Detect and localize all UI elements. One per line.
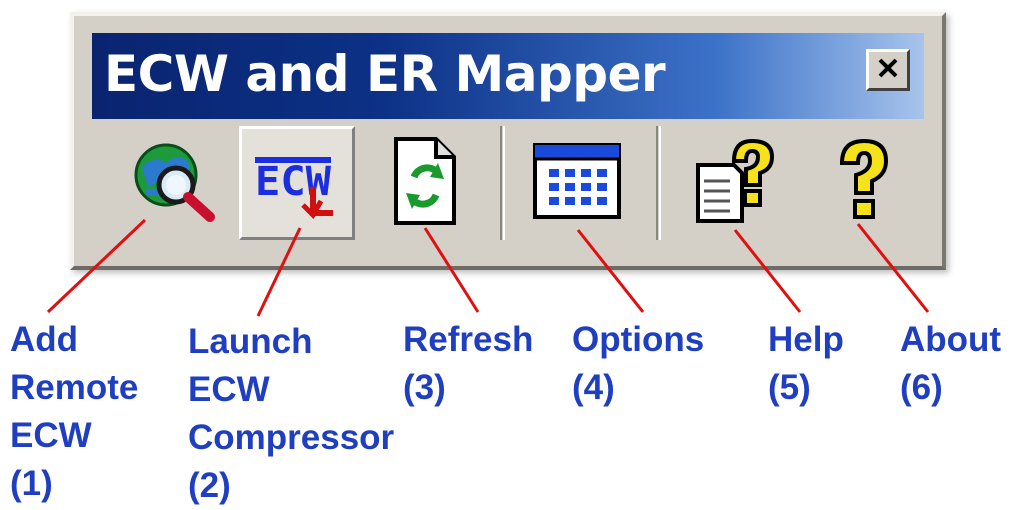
callout-line: Remote [10,368,139,407]
callout-line: (6) [900,368,943,407]
callout-line: Compressor [188,418,395,457]
callout-line: Add [10,320,79,359]
leader-line-2 [256,227,302,317]
callout-help: Help (5) [768,316,844,412]
callout-line: ECW [188,370,270,409]
callout-line: (4) [572,368,615,407]
callout-about: About (6) [900,316,1001,412]
leader-line-1 [46,218,147,314]
callout-refresh: Refresh (3) [403,316,533,412]
callout-line: Refresh [403,320,534,359]
callout-options: Options (4) [572,316,704,412]
callout-line: Launch [188,322,313,361]
callout-line: (2) [188,466,231,505]
callout-line: ECW [10,416,92,455]
leader-line-4 [576,229,645,313]
callout-launch-ecw-compressor: Launch ECW Compressor (2) [188,318,394,510]
callout-add-remote-ecw: Add Remote ECW (1) [10,316,138,508]
callout-line: (5) [768,368,811,407]
leader-lines [46,218,930,317]
callout-line: About [900,320,1002,359]
screenshot-stage: ECW and ER Mapper ECW Add Remote ECW (1)… [0,0,1027,510]
leader-line-5 [733,229,802,313]
callout-line: Help [768,320,844,359]
leader-line-3 [423,227,480,313]
callout-line: (1) [10,464,53,503]
leader-line-6 [856,223,930,313]
callout-line: (3) [403,368,446,407]
callout-line: Options [572,320,705,359]
